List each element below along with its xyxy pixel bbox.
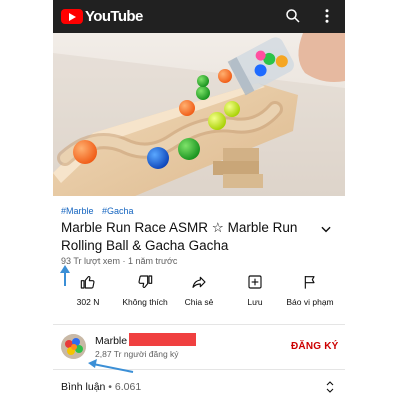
like-count: 302 N — [76, 297, 100, 307]
hashtag-link[interactable]: #Marble — [61, 206, 94, 216]
save-label: Lưu — [247, 297, 263, 307]
comments-header[interactable]: Bình luận • 6.061 — [61, 381, 141, 393]
action-bar: 302 N Không thích Chia sẻ Lưu Báo vi phạ… — [53, 274, 345, 322]
more-vert-icon[interactable] — [318, 7, 336, 25]
subscribe-button[interactable]: ĐĂNG KÝ — [291, 341, 339, 352]
thumb-up-icon — [80, 276, 95, 289]
hashtag-link[interactable]: #Gacha — [102, 206, 134, 216]
top-app-bar: YouTube — [53, 0, 345, 33]
comments-separator: • — [108, 381, 115, 393]
channel-name[interactable]: Marble — [95, 335, 127, 347]
save-button[interactable]: Lưu — [227, 274, 283, 307]
flag-icon — [304, 276, 315, 289]
like-button[interactable]: 302 N — [60, 274, 116, 307]
upload-age: 1 năm trước — [127, 256, 178, 266]
hashtags: #Marble #Gacha — [61, 206, 140, 216]
redaction-bar — [129, 333, 196, 346]
avatar-image — [61, 334, 86, 359]
share-button[interactable]: Chia sẻ — [171, 274, 227, 307]
search-icon[interactable] — [284, 7, 302, 25]
logo-text: YouTube — [85, 8, 143, 25]
comments-label: Bình luận — [61, 381, 106, 393]
youtube-play-icon — [61, 9, 83, 24]
video-player[interactable] — [53, 33, 345, 196]
add-to-playlist-icon — [248, 275, 262, 289]
channel-avatar[interactable] — [61, 334, 86, 359]
report-label: Báo vi phạm — [286, 297, 334, 307]
expand-collapse-icon[interactable] — [324, 380, 336, 394]
thumb-down-icon — [138, 275, 153, 288]
dislike-label: Không thích — [122, 297, 168, 307]
chevron-down-icon[interactable] — [319, 222, 333, 236]
dislike-button[interactable]: Không thích — [117, 274, 173, 307]
divider — [53, 324, 345, 325]
mobile-screen: YouTube #Marble #Gacha Marble Run Race A… — [53, 0, 345, 399]
report-button[interactable]: Báo vi phạm — [282, 274, 338, 307]
share-icon — [192, 276, 206, 288]
video-title[interactable]: Marble Run Race ASMR ☆ Marble Run Rollin… — [61, 219, 317, 255]
comments-count: 6.061 — [114, 381, 142, 393]
share-label: Chia sẻ — [184, 297, 214, 307]
divider — [53, 369, 345, 370]
youtube-logo[interactable]: YouTube — [61, 8, 143, 25]
video-meta: 93 Tr lượt xem · 1 năm trước — [61, 256, 177, 266]
subscriber-count: 2,87 Tr người đăng ký — [95, 349, 179, 359]
video-thumbnail — [53, 33, 345, 196]
view-count: 93 Tr lượt xem — [61, 256, 120, 266]
